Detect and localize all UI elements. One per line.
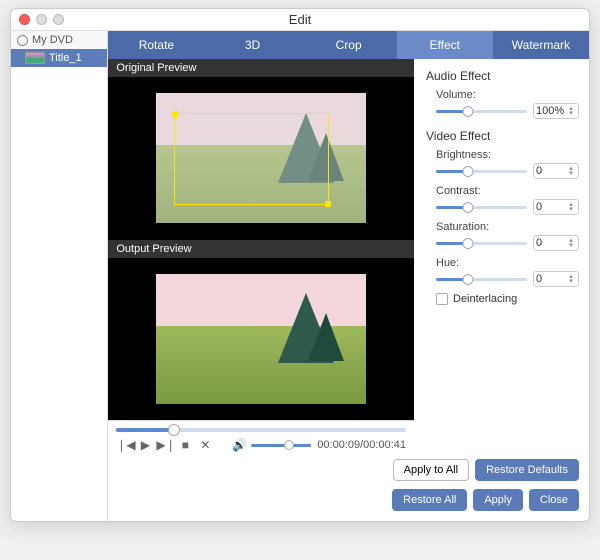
sidebar-root-label: My DVD [32,34,73,46]
apply-button[interactable]: Apply [473,489,523,511]
stepper-icon[interactable]: ▴▾ [566,106,576,116]
zoom-icon[interactable] [53,14,64,25]
footer-row-2: Restore All Apply Close [108,485,589,521]
brightness-slider[interactable] [436,170,527,173]
sidebar: My DVD Title_1 [11,31,108,521]
time-display: 00:00:09/00:00:41 [317,439,406,451]
next-frame-button[interactable]: ▶❘ [156,438,174,452]
tab-3d[interactable]: 3D [204,31,300,59]
saturation-slider[interactable] [436,242,527,245]
stepper-icon[interactable]: ▴▾ [566,238,576,248]
volume-input[interactable]: 100%▴▾ [533,103,579,119]
titlebar: Edit [11,9,589,31]
snapshot-button[interactable]: ✕ [196,438,214,452]
progress-knob[interactable] [168,424,180,436]
original-preview-label: Original Preview [108,59,414,77]
minimize-icon[interactable] [36,14,47,25]
sidebar-root[interactable]: My DVD [11,31,107,49]
volume-icon[interactable]: 🔊 [232,438,247,452]
play-button[interactable]: ▶ [136,438,154,452]
restore-all-button[interactable]: Restore All [392,489,467,511]
tabbar: Rotate 3D Crop Effect Watermark [108,31,589,59]
audio-effect-title: Audio Effect [426,69,579,83]
original-preview[interactable] [108,77,414,240]
contrast-input[interactable]: 0▴▾ [533,199,579,215]
thumbnail-icon [25,52,45,64]
stepper-icon[interactable]: ▴▾ [566,166,576,176]
hue-label: Hue: [436,257,579,269]
contrast-slider[interactable] [436,206,527,209]
output-preview [108,258,414,421]
hue-input[interactable]: 0▴▾ [533,271,579,287]
tab-effect[interactable]: Effect [397,31,493,59]
video-frame [156,93,366,223]
close-icon[interactable] [19,14,30,25]
saturation-label: Saturation: [436,221,579,233]
video-effect-title: Video Effect [426,129,579,143]
traffic-lights [19,14,64,25]
progress-slider[interactable] [116,428,406,432]
footer-row-1: Apply to All Restore Defaults [108,455,589,485]
sidebar-item-title1[interactable]: Title_1 [11,49,107,67]
stop-button[interactable]: ■ [176,438,194,452]
tab-watermark[interactable]: Watermark [493,31,589,59]
stepper-icon[interactable]: ▴▾ [566,274,576,284]
volume-label: Volume: [436,89,579,101]
tab-rotate[interactable]: Rotate [108,31,204,59]
saturation-input[interactable]: 0▴▾ [533,235,579,251]
brightness-label: Brightness: [436,149,579,161]
deinterlacing-label: Deinterlacing [453,293,517,305]
effect-panel: Audio Effect Volume: 100%▴▾ Video Effect… [414,59,589,455]
edit-window: Edit My DVD Title_1 Rotate 3D Crop Effec… [10,8,590,522]
tab-crop[interactable]: Crop [301,31,397,59]
video-frame-output [156,274,366,404]
close-button[interactable]: Close [529,489,579,511]
deinterlacing-checkbox[interactable] [436,293,448,305]
prev-frame-button[interactable]: ❘◀ [116,438,134,452]
hue-slider[interactable] [436,278,527,281]
volume-effect-slider[interactable] [436,110,527,113]
contrast-label: Contrast: [436,185,579,197]
stepper-icon[interactable]: ▴▾ [566,202,576,212]
crop-rectangle[interactable] [174,113,329,205]
sidebar-item-label: Title_1 [49,52,82,64]
volume-slider[interactable] [251,444,311,447]
apply-to-all-button[interactable]: Apply to All [393,459,469,481]
brightness-input[interactable]: 0▴▾ [533,163,579,179]
restore-defaults-button[interactable]: Restore Defaults [475,459,579,481]
window-title: Edit [11,12,589,27]
playback-controls: ❘◀ ▶ ▶❘ ■ ✕ 🔊 00:00:09/00:00:41 [108,420,414,455]
disc-icon [17,35,28,46]
output-preview-label: Output Preview [108,240,414,258]
